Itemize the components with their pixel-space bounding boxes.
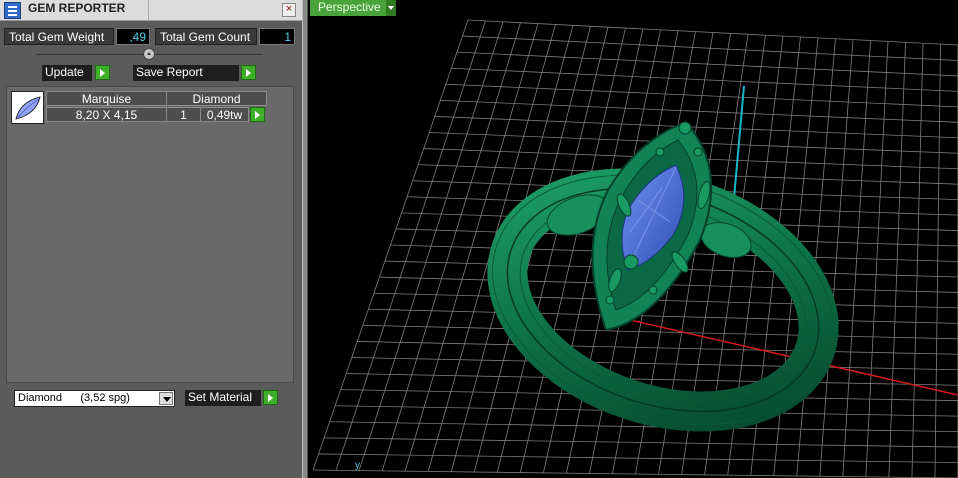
ring-model	[487, 120, 839, 432]
set-material-play-arrow-icon[interactable]	[263, 390, 278, 405]
perspective-viewport[interactable]: Perspective y	[308, 0, 958, 478]
total-gem-count-label: Total Gem Count	[155, 28, 257, 45]
gem-row-play-arrow-icon[interactable]	[250, 107, 265, 122]
axis-gizmo-y-label: y	[355, 460, 360, 471]
gem-material-cell: Diamond	[166, 91, 267, 106]
viewport-scene	[312, 19, 958, 478]
gem-count-cell: 1	[166, 107, 201, 122]
total-gem-weight-label: Total Gem Weight	[4, 28, 114, 45]
gem-shape-cell: Marquise	[46, 91, 167, 106]
material-dropdown-value: Diamond (3,52 spg)	[18, 392, 130, 404]
update-play-arrow-icon[interactable]	[95, 65, 110, 80]
total-gem-weight-value: ,49	[116, 28, 150, 45]
window-title: GEM REPORTER	[28, 1, 126, 15]
gem-reporter-panel: GEM REPORTER × Total Gem Weight ,49 Tota…	[0, 0, 302, 478]
title-separator	[148, 0, 149, 21]
view-tab-perspective[interactable]: Perspective	[310, 0, 396, 16]
marquise-gem-icon[interactable]	[11, 91, 44, 124]
view-menu-dropdown-icon[interactable]	[386, 0, 396, 16]
gem-list: Marquise Diamond 8,20 X 4,15 1 0,49tw	[6, 86, 294, 383]
splitter-handle[interactable]	[143, 48, 155, 60]
total-gem-count-value: 1	[259, 28, 295, 45]
dropdown-caret-icon[interactable]	[159, 392, 173, 405]
title-bar: GEM REPORTER ×	[0, 0, 302, 21]
save-report-button[interactable]: Save Report	[133, 65, 239, 81]
material-dropdown[interactable]: Diamond (3,52 spg)	[14, 390, 175, 407]
save-report-play-arrow-icon[interactable]	[241, 65, 256, 80]
gem-weight-cell: 0,49tw	[200, 107, 249, 122]
gem-size-cell: 8,20 X 4,15	[46, 107, 167, 122]
set-material-button[interactable]: Set Material	[185, 390, 261, 406]
update-button[interactable]: Update	[42, 65, 92, 81]
gem-reporter-app-icon	[4, 2, 21, 19]
close-icon[interactable]: ×	[282, 3, 296, 17]
